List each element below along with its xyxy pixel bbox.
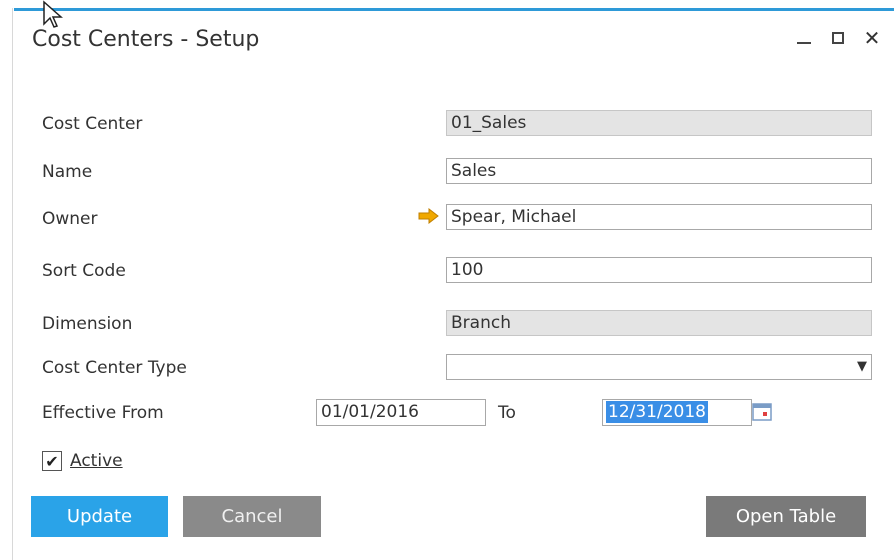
cost-center-type-select[interactable]: ▼: [446, 354, 872, 380]
calendar-icon[interactable]: [752, 402, 772, 422]
update-button[interactable]: Update: [31, 496, 168, 537]
window-controls: ✕: [792, 26, 884, 50]
window-title: Cost Centers - Setup: [32, 27, 260, 52]
to-label: To: [498, 403, 516, 423]
close-icon: ✕: [863, 26, 881, 50]
window-accent-bar: [14, 8, 894, 11]
close-button[interactable]: ✕: [860, 26, 884, 50]
cost-center-label: Cost Center: [42, 114, 143, 134]
minimize-button[interactable]: [792, 26, 816, 50]
cancel-button[interactable]: Cancel: [183, 496, 321, 537]
active-checkbox[interactable]: ✔: [42, 451, 62, 471]
open-table-button[interactable]: Open Table: [706, 496, 866, 537]
cost-center-field[interactable]: 01_Sales: [446, 110, 872, 136]
link-arrow-icon[interactable]: [418, 207, 440, 225]
checkmark-icon: ✔: [45, 451, 59, 471]
owner-label: Owner: [42, 209, 98, 229]
effective-from-label: Effective From: [42, 403, 164, 423]
name-label: Name: [42, 162, 93, 182]
effective-to-value: 12/31/2018: [606, 401, 708, 423]
maximize-button[interactable]: [826, 26, 850, 50]
chevron-down-icon: ▼: [857, 359, 867, 374]
cost-centers-setup-window: Cost Centers - Setup ✕ Cost Center 01_Sa…: [0, 0, 894, 560]
cost-center-type-label: Cost Center Type: [42, 358, 187, 378]
active-label[interactable]: Active: [70, 450, 123, 472]
sort-code-field[interactable]: 100: [446, 257, 872, 283]
dimension-field[interactable]: Branch: [446, 310, 872, 336]
name-field[interactable]: Sales: [446, 158, 872, 184]
owner-field[interactable]: Spear, Michael: [446, 204, 872, 230]
maximize-icon: [832, 32, 844, 44]
window-left-border: [12, 8, 13, 560]
effective-from-field[interactable]: 01/01/2016: [316, 399, 486, 426]
minimize-icon: [797, 42, 811, 44]
active-label-text: Active: [70, 451, 123, 471]
effective-to-field[interactable]: 12/31/2018: [602, 399, 752, 426]
dimension-label: Dimension: [42, 314, 133, 334]
sort-code-label: Sort Code: [42, 261, 126, 281]
